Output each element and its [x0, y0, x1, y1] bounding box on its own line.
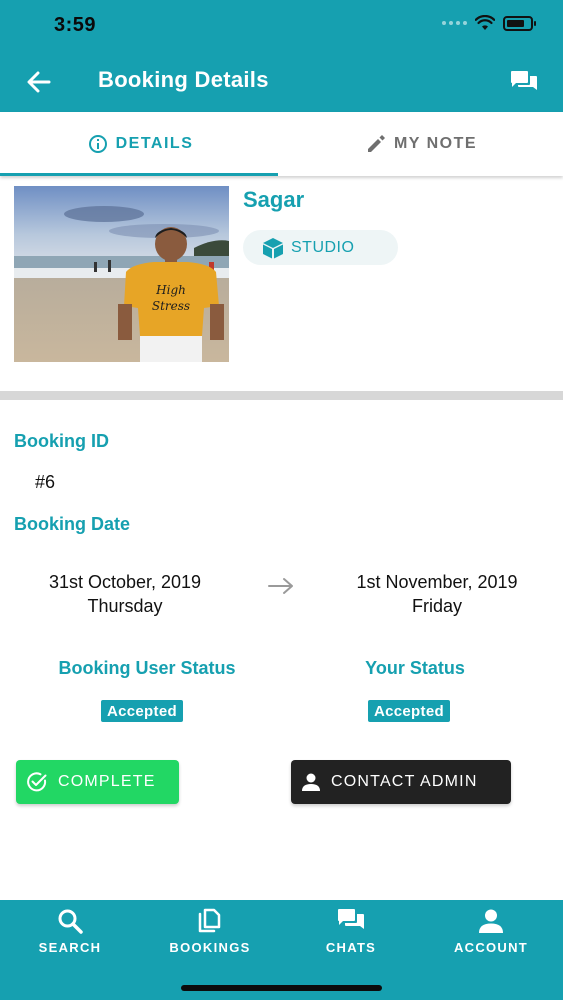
- start-date-text: 31st October, 2019: [48, 572, 202, 592]
- check-circle-icon: [27, 772, 47, 792]
- svg-text:High: High: [155, 283, 186, 297]
- person-icon: [479, 909, 503, 933]
- active-tab-indicator: [0, 173, 278, 176]
- booking-type-label: STUDIO: [291, 238, 355, 256]
- your-status-label: Your Status: [365, 658, 465, 678]
- booking-date-label: Booking Date: [14, 514, 131, 534]
- nav-search[interactable]: SEARCH: [0, 908, 140, 968]
- page-title: Booking Details: [98, 67, 269, 92]
- tab-bar: DETAILS MY NOTE: [0, 112, 563, 176]
- booking-type-chip: STUDIO: [243, 230, 398, 265]
- tab-details-label: DETAILS: [115, 135, 194, 152]
- search-icon: [58, 909, 83, 934]
- contact-admin-button-label: CONTACT ADMIN: [331, 773, 478, 790]
- complete-button-label: COMPLETE: [58, 773, 156, 790]
- section-divider: [0, 391, 563, 400]
- nav-search-label: SEARCH: [38, 940, 102, 955]
- svg-text:Stress: Stress: [152, 299, 190, 313]
- pencil-icon: [367, 135, 385, 152]
- booking-id-label: Booking ID: [14, 431, 109, 451]
- your-status-badge: Accepted: [368, 700, 450, 722]
- booking-user-status-label: Booking User Status: [58, 658, 236, 678]
- booking-user-status-badge: Accepted: [101, 700, 183, 722]
- end-date-text: 1st November, 2019: [356, 572, 518, 592]
- profile-photo: High Stress: [14, 186, 229, 362]
- cellular-signal-icon: [442, 21, 467, 25]
- status-bar: 3:59: [0, 0, 563, 52]
- chat-bubbles-icon: [338, 909, 364, 929]
- nav-account-label: ACCOUNT: [453, 940, 529, 955]
- complete-button[interactable]: COMPLETE: [16, 760, 179, 804]
- person-icon: [302, 773, 320, 791]
- documents-icon: [198, 908, 221, 933]
- battery-icon: [503, 15, 536, 31]
- chat-bubbles-icon: [511, 71, 537, 90]
- status-icons: [442, 15, 536, 31]
- end-day-text: Friday: [411, 596, 462, 616]
- start-day-text: Thursday: [87, 596, 163, 616]
- arrow-right-icon: [268, 578, 293, 594]
- tab-my-note-label: MY NOTE: [393, 135, 478, 152]
- nav-account[interactable]: ACCOUNT: [421, 908, 561, 968]
- start-date: 31st October, 2019 Thursday: [10, 570, 240, 618]
- chat-button[interactable]: [507, 66, 541, 98]
- booking-id-value: #6: [35, 472, 56, 492]
- nav-chats-label: CHATS: [325, 940, 377, 955]
- nav-bookings[interactable]: BOOKINGS: [140, 908, 280, 968]
- app-bar: Booking Details: [0, 52, 563, 112]
- nav-bookings-label: BOOKINGS: [169, 940, 251, 955]
- back-button[interactable]: [22, 66, 56, 98]
- info-icon: [88, 135, 107, 153]
- wifi-icon: [475, 15, 495, 30]
- profile-name: Sagar: [243, 187, 305, 212]
- tab-my-note[interactable]: MY NOTE: [281, 112, 562, 176]
- home-indicator: [181, 985, 382, 991]
- contact-admin-button[interactable]: CONTACT ADMIN: [291, 760, 511, 804]
- tab-details[interactable]: DETAILS: [0, 112, 281, 176]
- status-time: 3:59: [54, 14, 97, 36]
- cube-icon: [263, 237, 283, 258]
- end-date: 1st November, 2019 Friday: [322, 570, 552, 618]
- nav-chats[interactable]: CHATS: [281, 908, 421, 968]
- arrow-left-icon: [27, 71, 51, 93]
